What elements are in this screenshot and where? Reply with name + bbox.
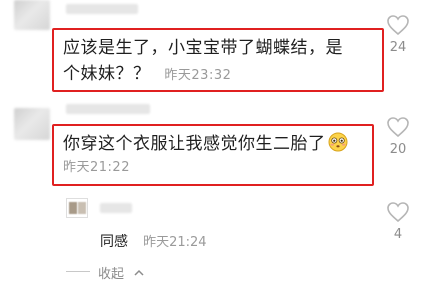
- comment-text-line: 个妹妹？？: [63, 64, 151, 84]
- like-button[interactable]: 4: [378, 201, 418, 242]
- like-button[interactable]: 24: [378, 14, 418, 55]
- comment-text-line: 你穿这个衣服让我感觉你生二胎了: [63, 131, 368, 157]
- comment-timestamp: 昨天21:22: [63, 160, 130, 175]
- like-count: 24: [389, 40, 407, 55]
- reply-text: 同感: [100, 234, 128, 250]
- commenter-avatar[interactable]: [14, 108, 50, 140]
- comment-text-line: 应该是生了，小宝宝带了蝴蝶结，是: [63, 38, 343, 58]
- comment-text[interactable]: 应该是生了，小宝宝带了蝴蝶结，是 个妹妹？？ 昨天23:32: [63, 35, 383, 89]
- like-button[interactable]: 20: [378, 116, 418, 157]
- flushed-face-emoji-icon: [328, 132, 347, 152]
- heart-icon: [387, 202, 409, 223]
- reply-username[interactable]: [100, 203, 132, 213]
- heart-icon: [387, 15, 409, 36]
- collapse-divider: [66, 271, 90, 272]
- comment-text-line-meta: 个妹妹？？ 昨天23:32: [63, 61, 383, 89]
- like-count: 20: [389, 142, 407, 157]
- collapse-button[interactable]: 收起: [98, 263, 145, 282]
- comment-timestamp: 昨天23:32: [164, 68, 232, 83]
- like-count: 4: [393, 227, 403, 242]
- reply-timestamp: 昨天21:24: [143, 235, 207, 250]
- commenter-name[interactable]: [66, 4, 138, 14]
- reply-avatar[interactable]: [66, 198, 88, 218]
- collapse-label: 收起: [98, 267, 125, 282]
- reply-row[interactable]: 同感 昨天21:24: [100, 231, 207, 251]
- heart-icon: [387, 117, 409, 138]
- commenter-name[interactable]: [66, 104, 150, 114]
- commenter-avatar[interactable]: [14, 0, 50, 30]
- chevron-up-icon: [134, 269, 144, 276]
- comment-body: 你穿这个衣服让我感觉你生二胎了: [63, 134, 326, 154]
- comment-text[interactable]: 你穿这个衣服让我感觉你生二胎了 昨天21:22: [63, 131, 368, 181]
